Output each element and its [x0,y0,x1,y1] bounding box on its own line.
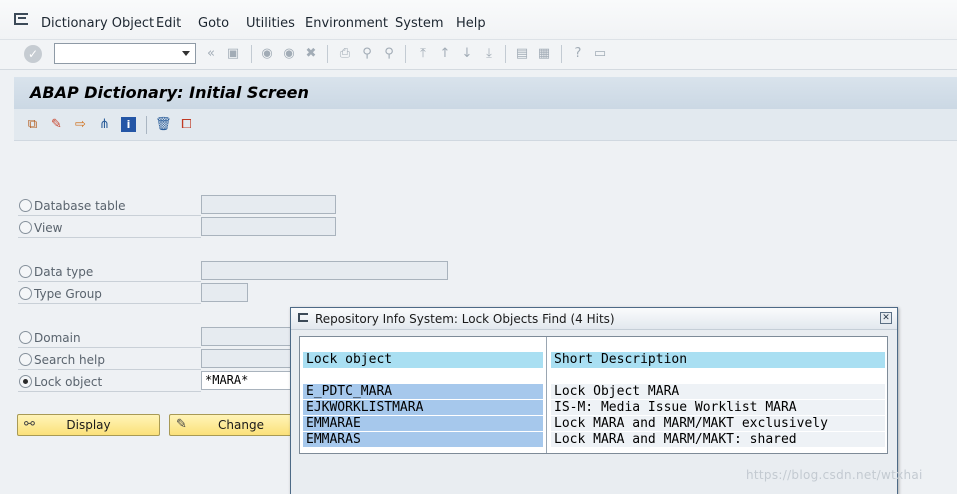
hit-name[interactable]: EMMARAS [303,432,543,447]
hit-description[interactable]: Lock Object MARA [551,384,885,399]
close-icon[interactable]: ✕ [880,312,892,324]
next-page-icon[interactable]: ↓ [459,45,475,62]
change-button[interactable]: ✎ Change [169,414,293,436]
magic-wand-icon[interactable]: ✎ [49,117,64,132]
standard-toolbar: ✓ « ▣ ◉ ◉ ✖ ⎙ ⚲ ⚲ ⤒ ↑ ↓ ⤓ ▤ ▦ ? ▭ [0,40,957,70]
dialog-title: Repository Info System: Lock Objects Fin… [315,312,615,326]
find-next-icon[interactable]: ⚲ [381,45,397,62]
display-button[interactable]: ⚯ Display [17,414,160,436]
find-icon[interactable]: ⚲ [359,45,375,62]
radio-view[interactable] [19,221,32,234]
delete-icon[interactable]: 🗑 [155,117,172,132]
type-group-field[interactable] [201,283,248,302]
last-page-icon[interactable]: ⤓ [481,45,497,62]
radio-type-group[interactable] [19,287,32,300]
menu-utilities[interactable]: Utilities [246,16,295,31]
where-used-icon[interactable]: ⋔ [97,117,112,132]
sap-menu-icon[interactable] [14,13,28,25]
menu-edit[interactable]: Edit [156,16,181,31]
hit-description[interactable]: Lock MARA and MARM/MAKT exclusively [551,416,885,431]
menu-dictionary-object[interactable]: Dictionary Object [41,16,154,31]
info-icon[interactable]: i [121,117,136,132]
menu-help[interactable]: Help [456,16,486,31]
menu-environment[interactable]: Environment [305,16,388,31]
copy-object-icon[interactable]: ⇨ [73,117,88,132]
search-help-field[interactable] [201,349,296,368]
radio-search-help[interactable] [19,353,32,366]
column-header-lock-object[interactable]: Lock object [303,352,543,368]
first-page-icon[interactable]: ⤒ [415,45,431,62]
menu-bar: Dictionary Object Edit Goto Utilities En… [0,0,957,40]
data-type-field[interactable] [201,261,448,280]
command-field[interactable] [54,43,196,64]
lock-objects-find-dialog: Repository Info System: Lock Objects Fin… [290,307,898,494]
previous-page-icon[interactable]: ↑ [437,45,453,62]
column-header-short-description[interactable]: Short Description [551,352,885,368]
menu-system[interactable]: System [395,16,443,31]
page-title: ABAP Dictionary: Initial Screen [30,83,309,102]
domain-field[interactable] [201,327,296,346]
customize-layout-icon[interactable]: ▭ [592,45,608,62]
radio-domain[interactable] [19,331,32,344]
hit-list: Lock object Short Description E_PDTC_MAR… [299,336,888,454]
chevron-down-icon[interactable] [182,51,190,56]
save-icon[interactable]: ▣ [225,45,241,62]
cancel-icon[interactable]: ✖ [303,45,319,62]
application-toolbar: ⧉ ✎ ⇨ ⋔ i 🗑 ⧠ [14,109,957,141]
help-icon[interactable]: ? [570,45,586,62]
screen-title-bar: ABAP Dictionary: Initial Screen [14,77,957,109]
radio-lock-object[interactable] [19,375,32,388]
create-session-icon[interactable]: ▤ [514,45,530,62]
menu-goto[interactable]: Goto [198,16,229,31]
watermark: https://blog.csdn.net/wtxhai [746,468,923,482]
database-table-field[interactable] [201,195,336,214]
hit-description[interactable]: Lock MARA and MARM/MAKT: shared [551,432,885,447]
hit-description[interactable]: IS-M: Media Issue Worklist MARA [551,400,885,415]
lock-object-field[interactable]: *MARA* [201,371,296,390]
radio-data-type[interactable] [19,265,32,278]
enter-icon[interactable]: ✓ [24,45,42,63]
copy-icon[interactable]: ⧠ [179,117,194,132]
dialog-menu-icon[interactable] [298,313,308,322]
radio-database-table[interactable] [19,199,32,212]
hit-name[interactable]: EJKWORKLISTMARA [303,400,543,415]
other-object-icon[interactable]: ⧉ [25,117,40,132]
double-chevron-left-icon: « [207,46,215,61]
hit-name[interactable]: EMMARAE [303,416,543,431]
view-field[interactable] [201,217,336,236]
shortcut-icon[interactable]: ▦ [536,45,552,62]
hit-name[interactable]: E_PDTC_MARA [303,384,543,399]
exit-icon[interactable]: ◉ [281,45,297,62]
print-icon[interactable]: ⎙ [337,45,353,62]
dialog-title-bar: Repository Info System: Lock Objects Fin… [291,308,897,330]
back-icon[interactable]: ◉ [259,45,275,62]
